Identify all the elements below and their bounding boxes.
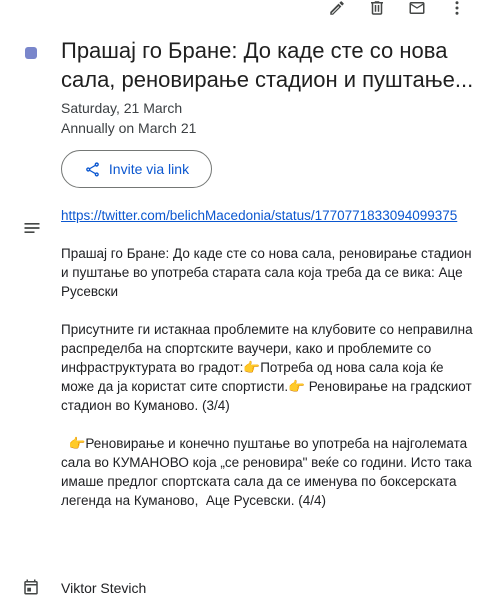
more-options-button[interactable] [445, 0, 469, 20]
description-paragraph-2: Присутните ги истакнаа проблемите на клу… [61, 322, 473, 413]
event-date: Saturday, 21 March [61, 100, 183, 116]
event-toolbar [269, 0, 489, 20]
description-icon [22, 218, 42, 238]
description-paragraph-3: 👉Реновирање и конечно пуштање во употреб… [61, 436, 476, 508]
invite-via-link-button[interactable]: Invite via link [61, 150, 212, 188]
event-color-swatch [25, 47, 37, 59]
delete-button[interactable] [365, 0, 389, 20]
description-link[interactable]: https://twitter.com/belichMacedonia/stat… [61, 206, 473, 225]
edit-icon [330, 1, 344, 15]
edit-button[interactable] [325, 0, 349, 20]
event-description: https://twitter.com/belichMacedonia/stat… [61, 206, 473, 510]
description-paragraph-1: Прашај го Бране: До каде сте со нова сал… [61, 246, 472, 299]
invite-via-link-label: Invite via link [108, 161, 190, 177]
share-icon [86, 161, 99, 177]
calendar-owner: Viktor Stevich [61, 580, 147, 596]
event-title: Прашај го Бране: До каде сте со нова сал… [61, 38, 474, 92]
delete-icon [371, 1, 383, 15]
more-vert-icon [455, 1, 459, 15]
email-guests-button[interactable] [405, 0, 429, 20]
calendar-icon [22, 578, 42, 598]
event-recurrence: Annually on March 21 [61, 120, 197, 136]
email-icon [409, 2, 425, 14]
